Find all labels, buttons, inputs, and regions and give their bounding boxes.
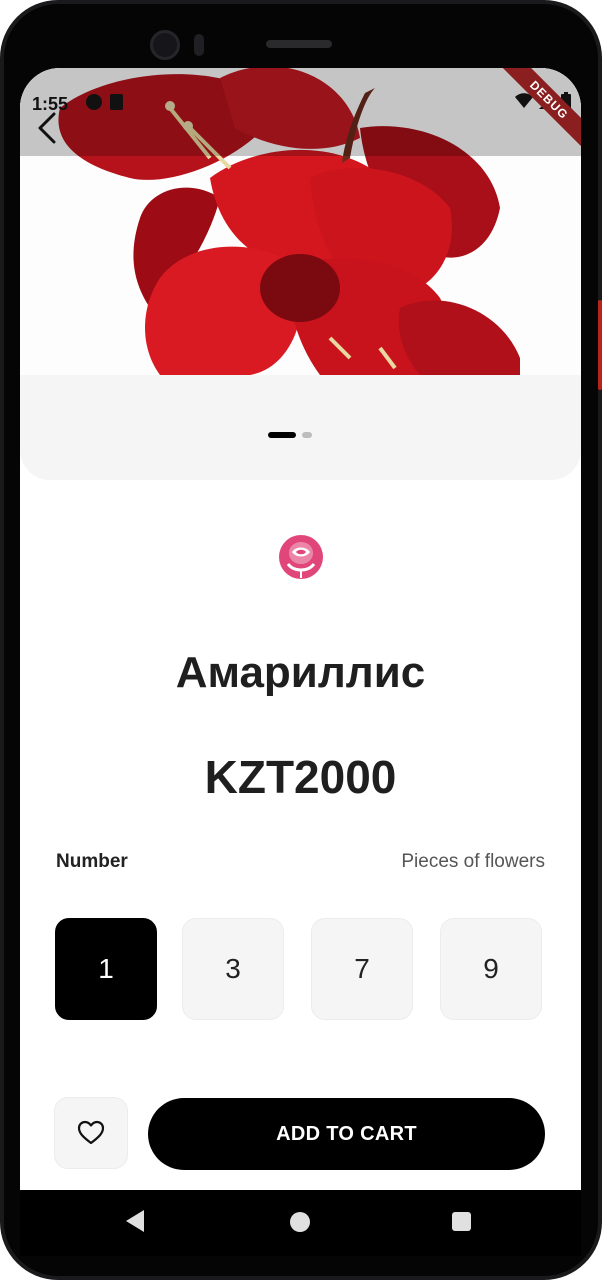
carousel-dot-active[interactable]	[268, 432, 296, 438]
favorite-button[interactable]	[54, 1097, 128, 1169]
camera-sensor	[194, 34, 204, 56]
quantity-unit-label: Pieces of flowers	[401, 851, 545, 872]
notification-icons	[86, 94, 123, 110]
earpiece-speaker	[266, 40, 332, 48]
quantity-option-1[interactable]: 1	[55, 918, 157, 1020]
sd-card-icon	[110, 94, 123, 110]
phone-frame: 1:55 DEBUG Амариллис KZT2000 Number Piec…	[0, 0, 602, 1280]
nav-home-icon[interactable]	[290, 1212, 310, 1232]
chevron-left-icon	[38, 112, 56, 144]
side-button	[598, 300, 602, 390]
product-hero-card: 1:55 DEBUG	[20, 68, 581, 480]
quantity-option-9[interactable]: 9	[440, 918, 542, 1020]
nav-recent-icon[interactable]	[452, 1212, 471, 1231]
back-button[interactable]	[30, 108, 66, 148]
product-name: Амариллис	[175, 648, 426, 697]
quantity-label: Number	[56, 851, 128, 872]
heart-outline-icon	[77, 1120, 105, 1145]
quantity-option-3[interactable]: 3	[182, 918, 284, 1020]
add-to-cart-button[interactable]: ADD TO CART	[148, 1098, 545, 1170]
carousel-indicator	[268, 432, 312, 438]
system-navigation-bar	[20, 1190, 581, 1256]
nav-back-icon[interactable]	[126, 1210, 144, 1232]
notification-icon	[86, 94, 102, 110]
status-bar: 1:55 DEBUG	[20, 68, 581, 156]
product-price: KZT2000	[204, 751, 397, 803]
front-camera	[150, 30, 180, 60]
app-screen: 1:55 DEBUG Амариллис KZT2000 Number Piec…	[20, 68, 581, 1190]
carousel-dot[interactable]	[302, 432, 312, 438]
quantity-option-7[interactable]: 7	[311, 918, 413, 1020]
quantity-options: 1 3 7 9	[55, 918, 545, 1020]
rose-logo-icon	[276, 534, 326, 580]
